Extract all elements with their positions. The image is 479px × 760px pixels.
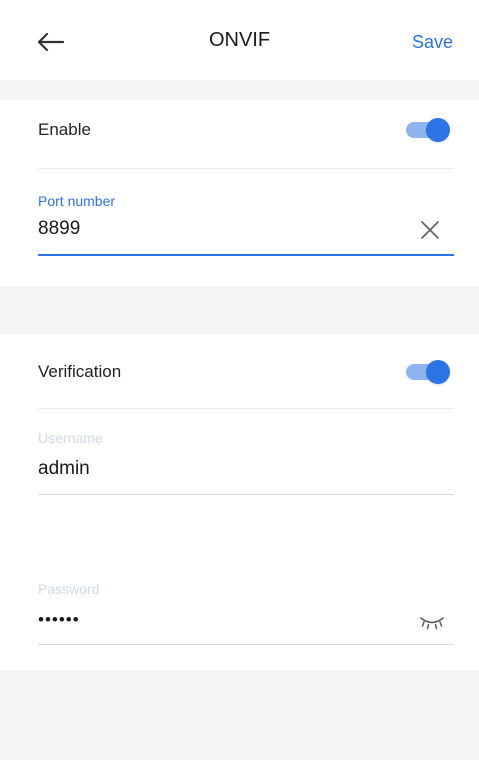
save-button[interactable]: Save [412, 28, 453, 56]
divider [38, 168, 454, 169]
port-number-input[interactable] [38, 214, 398, 244]
close-icon [421, 221, 439, 239]
password-input[interactable]: •••••• [38, 605, 398, 635]
verification-toggle-knob [426, 360, 450, 384]
enable-toggle-knob [426, 118, 450, 142]
enable-label: Enable [38, 120, 91, 139]
verification-label: Verification [38, 362, 122, 381]
verification-toggle[interactable] [406, 360, 450, 384]
username-underline [38, 494, 454, 495]
onvif-settings-screen: ONVIF Save Enable Port number Verificati… [0, 0, 479, 760]
username-label: Username [38, 430, 103, 446]
bottom-area [0, 670, 479, 760]
back-button[interactable] [28, 22, 72, 62]
toggle-password-visibility-button[interactable] [416, 606, 448, 638]
password-underline [38, 644, 454, 645]
username-input[interactable] [38, 454, 398, 484]
port-number-label: Port number [38, 193, 116, 209]
port-number-underline [38, 254, 454, 256]
arrow-left-icon [37, 32, 64, 52]
clear-port-button[interactable] [414, 214, 446, 246]
divider [38, 408, 454, 409]
password-label: Password [38, 581, 100, 597]
enable-toggle[interactable] [406, 118, 450, 142]
eye-closed-icon [420, 617, 444, 630]
section-gap [0, 286, 479, 334]
app-header: ONVIF Save [0, 0, 479, 80]
section-gap [0, 80, 479, 100]
verification-section: Verification Username Password •••••• [0, 334, 479, 670]
onvif-section: Enable Port number [0, 100, 479, 286]
